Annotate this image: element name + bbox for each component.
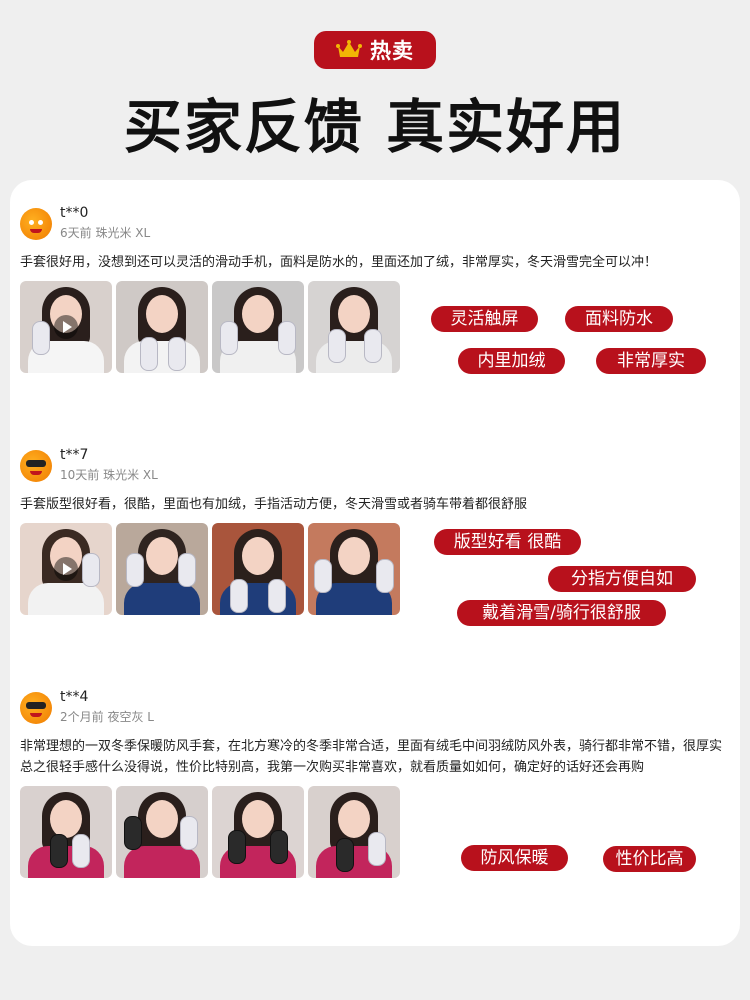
crown-icon bbox=[336, 40, 362, 57]
play-icon[interactable] bbox=[54, 315, 78, 339]
avatar[interactable] bbox=[20, 450, 52, 482]
review-photo[interactable] bbox=[212, 281, 304, 373]
review-photo[interactable] bbox=[212, 786, 304, 878]
hot-sale-label: 热卖 bbox=[370, 39, 414, 63]
review-user-row: t**0 6天前 珠光米 XL bbox=[20, 204, 732, 244]
review-meta: 2个月前 夜空灰 L bbox=[60, 710, 154, 724]
hot-sale-badge: 热卖 bbox=[314, 31, 436, 69]
review-user-row: t**4 2个月前 夜空灰 L bbox=[20, 688, 732, 728]
review-photo[interactable] bbox=[212, 523, 304, 615]
review-photo[interactable] bbox=[116, 786, 208, 878]
review-user-row: t**7 10天前 珠光米 XL bbox=[20, 446, 732, 486]
review-meta: 6天前 珠光米 XL bbox=[60, 226, 151, 240]
feature-tag: 灵活触屏 bbox=[431, 306, 538, 332]
review-text: 手套版型很好看，很酷，里面也有加绒，手指活动方便，冬天滑雪或者骑车带着都很舒服 bbox=[20, 497, 528, 512]
feature-tag: 分指方便自如 bbox=[548, 566, 696, 592]
review-username: t**0 bbox=[60, 205, 89, 221]
feature-tag: 非常厚实 bbox=[596, 348, 706, 374]
review-photo[interactable] bbox=[20, 786, 112, 878]
review-photo[interactable] bbox=[116, 523, 208, 615]
feature-tag: 版型好看 很酷 bbox=[434, 529, 581, 555]
review-meta: 10天前 珠光米 XL bbox=[60, 468, 158, 482]
review-photo[interactable] bbox=[308, 786, 400, 878]
review-video-thumbnail[interactable] bbox=[20, 523, 112, 615]
feature-tag: 内里加绒 bbox=[458, 348, 565, 374]
review-username: t**7 bbox=[60, 447, 89, 463]
page-title: 买家反馈 真实好用 bbox=[123, 93, 627, 161]
review-photo[interactable] bbox=[116, 281, 208, 373]
feature-tag: 防风保暖 bbox=[461, 845, 568, 871]
feature-tag: 戴着滑雪/骑行很舒服 bbox=[457, 600, 666, 626]
feature-tag: 性价比高 bbox=[603, 846, 696, 872]
review-text: 非常理想的一双冬季保暖防风手套，在北方寒冷的冬季非常合适，里面有绒毛中间羽绒防风… bbox=[20, 739, 723, 775]
play-icon[interactable] bbox=[54, 557, 78, 581]
review-username: t**4 bbox=[60, 689, 89, 705]
review-video-thumbnail[interactable] bbox=[20, 281, 112, 373]
review-photo[interactable] bbox=[308, 281, 400, 373]
feature-tag: 面料防水 bbox=[565, 306, 673, 332]
reviews-card: t**0 6天前 珠光米 XL 手套很好用，没想到还可以灵活的滑动手机，面料是防… bbox=[10, 180, 740, 946]
avatar[interactable] bbox=[20, 208, 52, 240]
avatar[interactable] bbox=[20, 692, 52, 724]
review-photo[interactable] bbox=[308, 523, 400, 615]
review-text: 手套很好用，没想到还可以灵活的滑动手机，面料是防水的，里面还加了绒，非常厚实，冬… bbox=[20, 255, 658, 270]
